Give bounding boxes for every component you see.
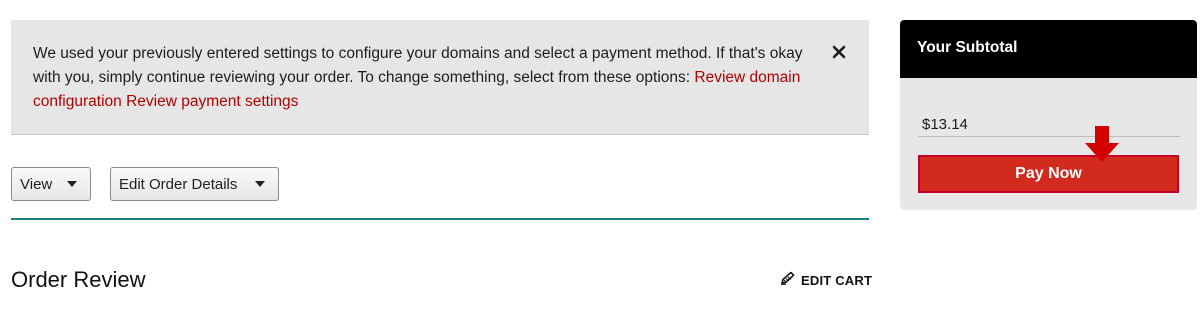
pay-now-button[interactable]: Pay Now bbox=[918, 155, 1179, 193]
subtotal-divider bbox=[918, 136, 1180, 137]
edit-order-details-label: Edit Order Details bbox=[119, 175, 238, 193]
edit-cart-label: EDIT CART bbox=[801, 273, 873, 288]
notice-body: We used your previously entered settings… bbox=[33, 45, 803, 86]
subtotal-amount: $13.14 bbox=[922, 116, 968, 133]
settings-notice: We used your previously entered settings… bbox=[11, 20, 869, 135]
subtotal-header: Your Subtotal bbox=[900, 20, 1197, 78]
chevron-down-icon bbox=[67, 181, 77, 187]
notice-text: We used your previously entered settings… bbox=[33, 42, 803, 114]
edit-cart-link[interactable]: EDIT CART bbox=[780, 271, 872, 290]
close-icon[interactable] bbox=[831, 44, 847, 60]
section-divider bbox=[11, 218, 869, 220]
subtotal-title: Your Subtotal bbox=[917, 39, 1018, 56]
view-dropdown[interactable]: View bbox=[11, 167, 91, 201]
view-dropdown-label: View bbox=[20, 175, 53, 193]
chevron-down-icon bbox=[255, 181, 265, 187]
edit-order-details-dropdown[interactable]: Edit Order Details bbox=[110, 167, 279, 201]
pencil-icon bbox=[780, 271, 796, 290]
review-payment-settings-link[interactable]: Review payment settings bbox=[126, 93, 298, 110]
page-title: Order Review bbox=[11, 267, 146, 292]
arrow-down-icon bbox=[1082, 126, 1122, 169]
pay-now-label: Pay Now bbox=[1015, 165, 1082, 182]
